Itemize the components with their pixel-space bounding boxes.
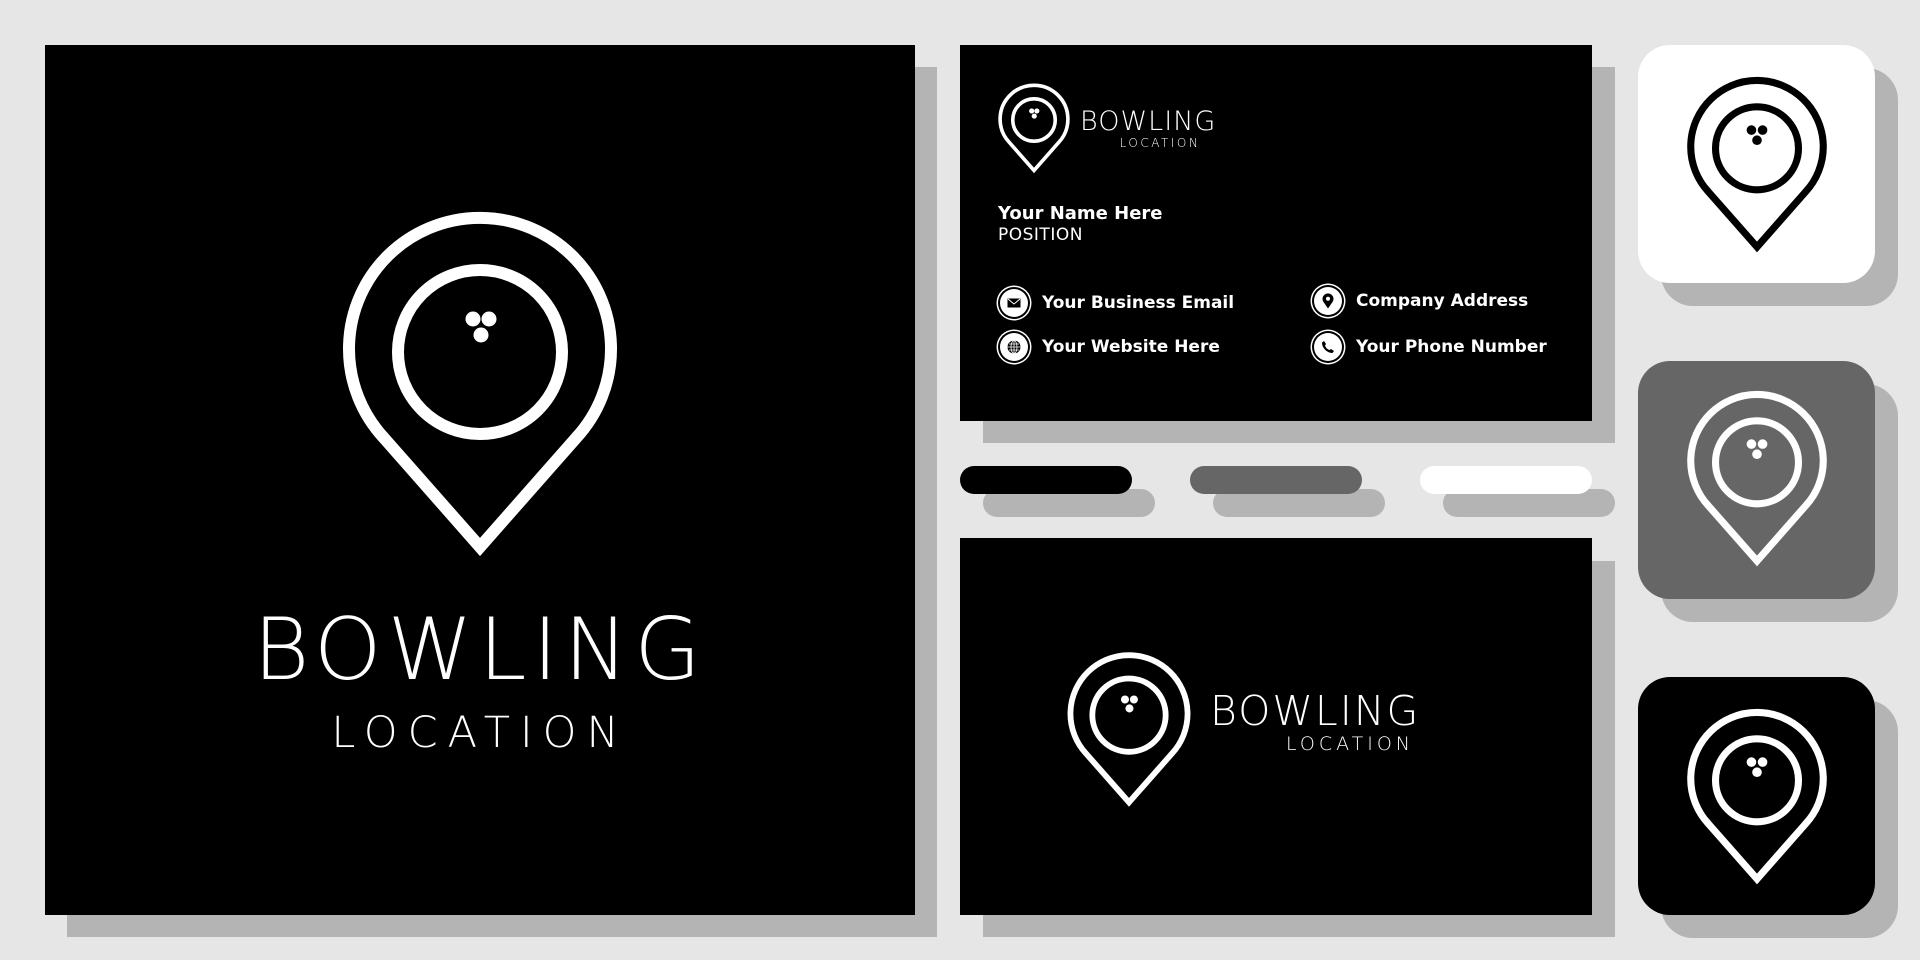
- business-card-back: BOWLING LOCATION: [960, 538, 1592, 915]
- contact-website-label: Your Website Here: [1042, 337, 1220, 357]
- app-icon-white: [1638, 45, 1875, 283]
- card-back-brand-tagline: LOCATION: [1285, 733, 1415, 755]
- map-pin-icon: [1314, 287, 1342, 315]
- business-card-front: BOWLING LOCATION Your Name Here POSITION…: [960, 45, 1592, 421]
- card-back-pin-icon: [1067, 652, 1191, 807]
- card-brand-name: BOWLING: [1080, 106, 1217, 137]
- app-icon-black-pin-icon: [1687, 708, 1827, 885]
- app-icon-gray-pin-icon: [1687, 390, 1827, 567]
- app-icon-gray: [1638, 361, 1875, 599]
- envelope-icon: [1000, 289, 1028, 317]
- swatch-white: [1420, 466, 1592, 494]
- bowling-pin-logo-icon: [343, 211, 617, 557]
- app-icon-black: [1638, 677, 1875, 915]
- app-icon-white-pin-icon: [1687, 76, 1827, 253]
- contact-address[interactable]: Company Address: [1314, 287, 1528, 315]
- contact-phone-label: Your Phone Number: [1356, 337, 1547, 357]
- swatch-gray: [1190, 466, 1362, 494]
- brand-name: BOWLING: [253, 600, 707, 700]
- contact-address-label: Company Address: [1356, 291, 1529, 311]
- brand-tagline: LOCATION: [331, 708, 629, 758]
- phone-icon: [1314, 333, 1342, 361]
- main-logo-panel: BOWLING LOCATION: [45, 45, 915, 915]
- card-brand-tagline: LOCATION: [1119, 136, 1201, 150]
- contact-email-label: Your Business Email: [1042, 293, 1235, 313]
- globe-icon: [1000, 333, 1028, 361]
- contact-phone[interactable]: Your Phone Number: [1314, 333, 1547, 361]
- card-back-brand-name: BOWLING: [1210, 687, 1421, 735]
- card-logo-pin-icon: [998, 83, 1070, 174]
- person-name: Your Name Here: [998, 203, 1163, 224]
- contact-email[interactable]: Your Business Email: [1000, 289, 1234, 317]
- person-position: POSITION: [998, 225, 1083, 245]
- swatch-black: [960, 466, 1132, 494]
- contact-website[interactable]: Your Website Here: [1000, 333, 1220, 361]
